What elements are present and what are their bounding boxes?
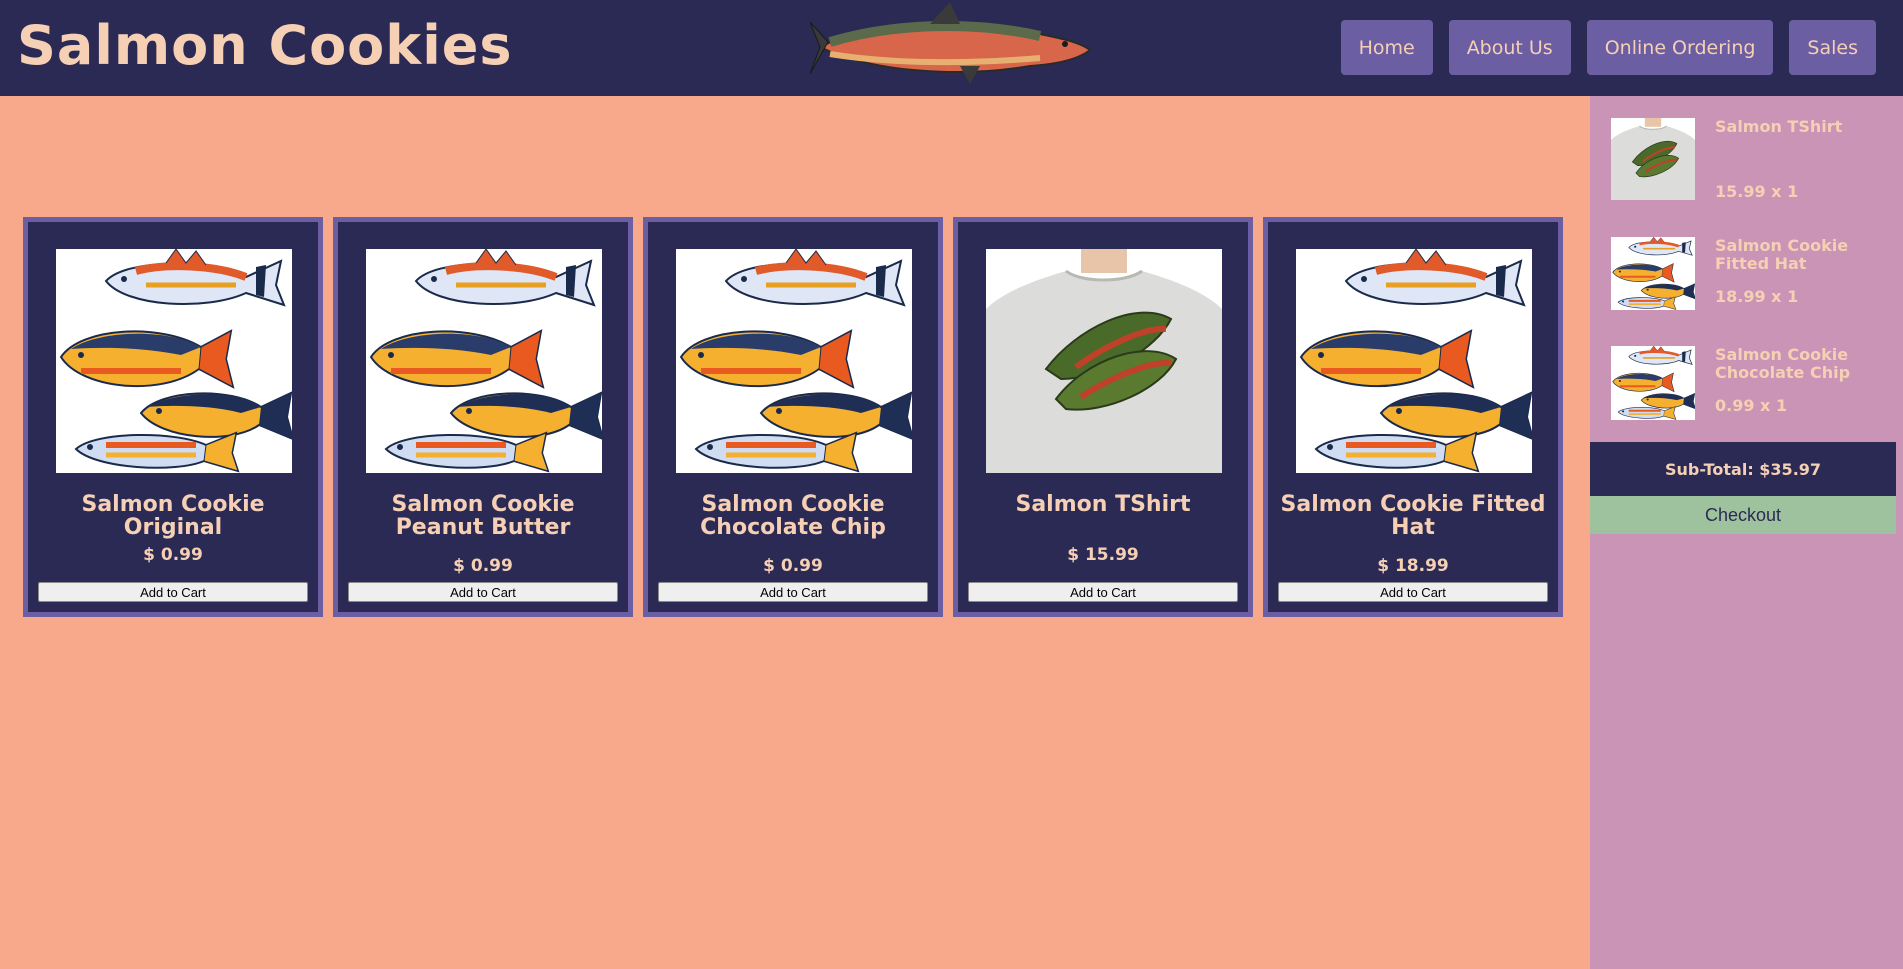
product-name: Salmon Cookie Fitted Hat xyxy=(1280,492,1546,540)
product-list: Salmon Cookie Original $ 0.99 Add to Car… xyxy=(23,217,1563,617)
add-to-cart-button[interactable]: Add to Cart xyxy=(658,582,928,602)
nav-home-button[interactable]: Home xyxy=(1340,20,1433,75)
product-card: Salmon Cookie Fitted Hat $ 18.99 Add to … xyxy=(1263,217,1563,617)
cart-sidebar: Salmon TShirt 15.99 x 1 Salmon Cookie Fi… xyxy=(1590,96,1903,969)
add-to-cart-button[interactable]: Add to Cart xyxy=(38,582,308,602)
cart-item-name: Salmon TShirt xyxy=(1715,117,1843,136)
checkout-button[interactable]: Checkout xyxy=(1590,496,1896,534)
salmon-tshirt-image xyxy=(986,249,1222,473)
product-card: Salmon Cookie Chocolate Chip $ 0.99 Add … xyxy=(643,217,943,617)
nav-about-button[interactable]: About Us xyxy=(1448,20,1571,75)
cart-item-name: Salmon Cookie Chocolate Chip xyxy=(1715,345,1851,382)
product-price: $ 18.99 xyxy=(1377,556,1449,576)
cart-subtotal: Sub-Total: $35.97 xyxy=(1590,442,1896,496)
add-to-cart-button[interactable]: Add to Cart xyxy=(348,582,618,602)
salmon-group-image xyxy=(676,249,912,473)
salmon-group-image xyxy=(1611,237,1695,310)
product-name: Salmon TShirt xyxy=(1015,492,1191,517)
product-price: $ 0.99 xyxy=(453,556,513,576)
product-price: $ 0.99 xyxy=(763,556,823,576)
salmon-group-image xyxy=(1611,346,1695,420)
product-price: $ 0.99 xyxy=(143,545,203,565)
salmon-tshirt-image xyxy=(1611,118,1695,200)
product-name: Salmon Cookie Original xyxy=(81,492,265,540)
add-to-cart-button[interactable]: Add to Cart xyxy=(1278,582,1548,602)
site-title: Salmon Cookies xyxy=(17,14,513,77)
cart-item-qty: 18.99 x 1 xyxy=(1715,287,1799,306)
product-price: $ 15.99 xyxy=(1067,545,1139,565)
salmon-group-image xyxy=(56,249,292,473)
salmon-group-image xyxy=(366,249,602,473)
product-name: Salmon Cookie Chocolate Chip xyxy=(700,492,886,540)
cart-item-name: Salmon Cookie Fitted Hat xyxy=(1715,236,1849,273)
add-to-cart-button[interactable]: Add to Cart xyxy=(968,582,1238,602)
salmon-fish-icon xyxy=(810,2,1095,92)
product-card: Salmon TShirt $ 15.99 Add to Cart xyxy=(953,217,1253,617)
product-name: Salmon Cookie Peanut Butter xyxy=(391,492,575,540)
product-card: Salmon Cookie Peanut Butter $ 0.99 Add t… xyxy=(333,217,633,617)
site-header: Salmon Cookies Home About Us Online Orde… xyxy=(0,0,1903,96)
product-card: Salmon Cookie Original $ 0.99 Add to Car… xyxy=(23,217,323,617)
cart-item-qty: 0.99 x 1 xyxy=(1715,396,1788,415)
nav-online-ordering-button[interactable]: Online Ordering xyxy=(1586,20,1774,75)
salmon-group-image xyxy=(1296,249,1532,473)
main-nav: Home About Us Online Ordering Sales xyxy=(1340,20,1876,75)
cart-item-qty: 15.99 x 1 xyxy=(1715,182,1799,201)
nav-sales-button[interactable]: Sales xyxy=(1789,20,1876,75)
